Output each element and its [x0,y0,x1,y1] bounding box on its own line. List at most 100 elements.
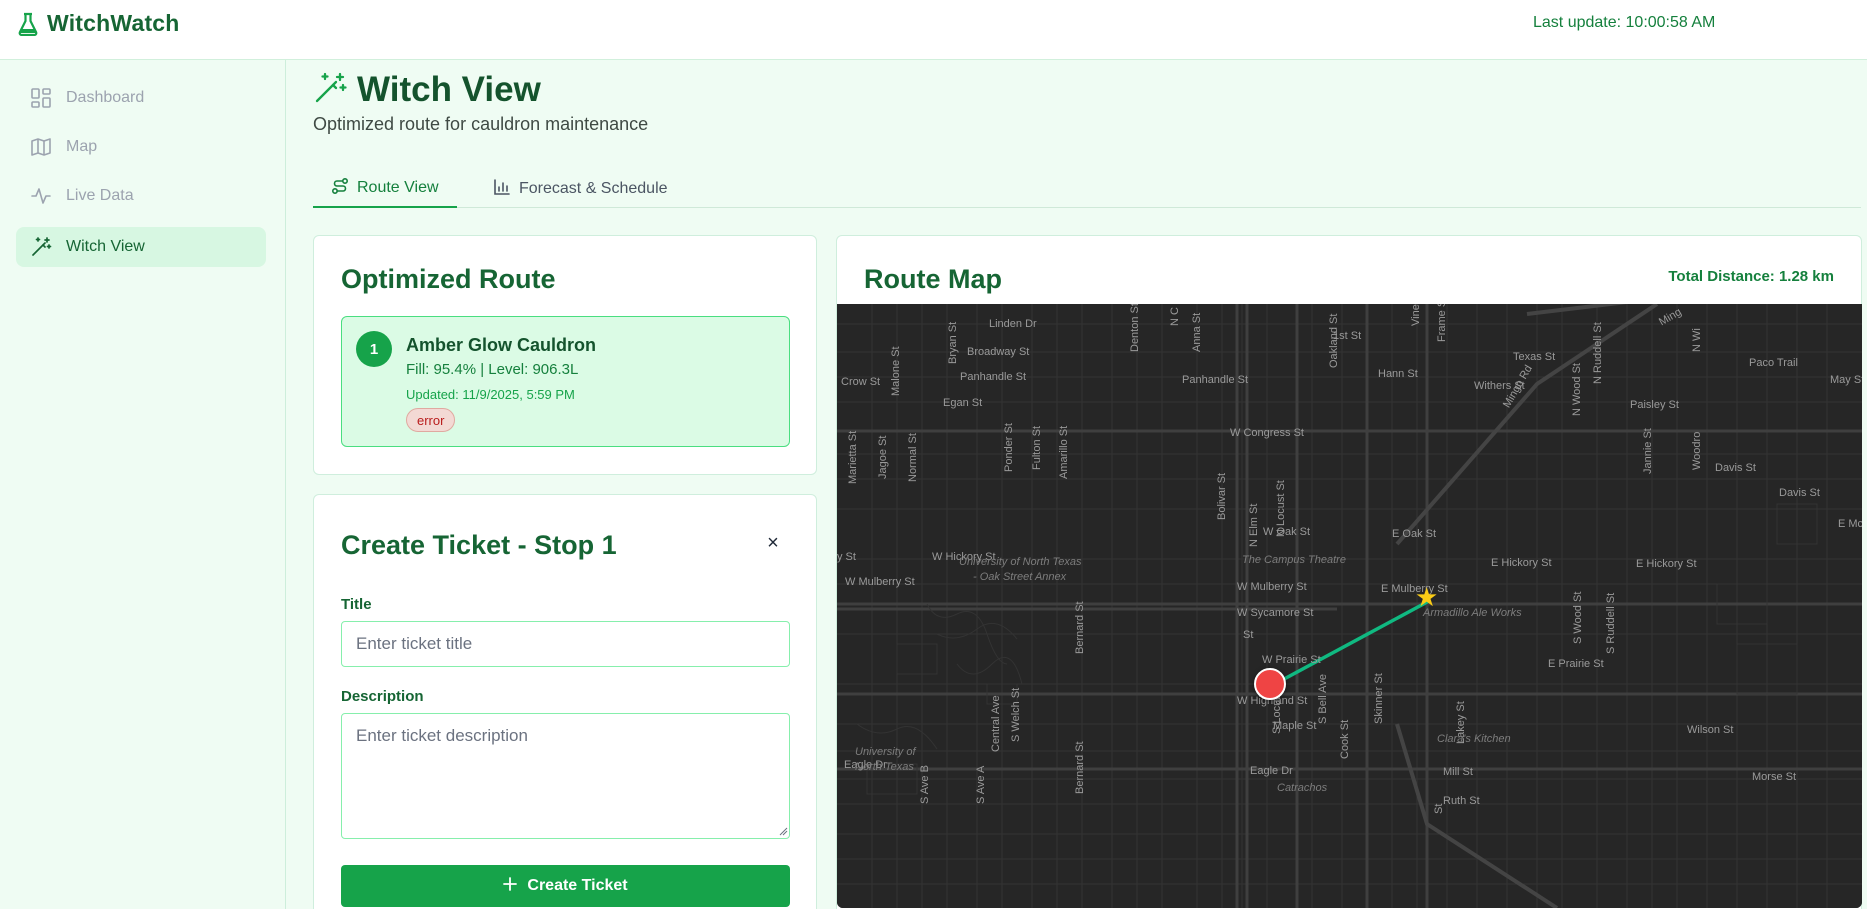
tab-label: Forecast & Schedule [519,180,668,197]
street-label: W Sycamore St [1237,607,1314,619]
sidebar-item-witch-view[interactable]: Witch View [16,227,266,267]
street-label: N C [1169,307,1181,326]
street-label: Skinner St [1373,673,1385,724]
street-label: Ponder St [1003,423,1015,472]
street-label: S Bell Ave [1317,674,1329,724]
street-label: E Oak St [1392,528,1437,540]
sidebar: Dashboard Map Live Data Witch View [0,60,286,909]
street-label: Broadway St [967,346,1030,358]
street-label: Panhandle St [1182,374,1249,386]
street-label: Malone St [890,346,902,396]
stop-name: Amber Glow Cauldron [406,335,597,355]
street-label: W Congress St [1230,427,1304,439]
wand-sparkles-icon [313,71,347,110]
street-label: S Ruddell St [1605,592,1617,654]
button-label: Create Ticket [527,877,628,894]
street-label: W Mulberry St [845,576,915,588]
street-label: Panhandle St [960,371,1027,383]
poi-label: North Texas [855,761,914,773]
street-label: y St [837,551,856,563]
street-label: Bolivar St [1216,472,1228,520]
sidebar-item-label: Live Data [66,187,134,204]
poi-label: The Campus Theatre [1242,554,1346,566]
street-label: Crow St [841,376,881,388]
page-subtitle: Optimized route for cauldron maintenance [313,114,649,134]
resize-grip-icon[interactable] [778,823,788,836]
street-label: Anna St [1191,312,1203,352]
plus-icon [503,876,518,896]
route-icon [331,177,349,200]
sidebar-item-live-data[interactable]: Live Data [16,176,266,216]
street-label: N Wood St [1571,363,1583,416]
tab-label: Route View [357,179,439,196]
street-label: Bernard St [1074,601,1086,654]
activity-icon [30,185,52,207]
route-stop-item[interactable]: 1 Amber Glow Cauldron Fill: 95.4% | Leve… [341,316,790,447]
route-map[interactable]: Linden Dr Broadway St 1st St Texas St Pa… [837,304,1862,908]
app-name: WitchWatch [47,10,180,36]
street-label: W Prairie St [1262,654,1321,666]
street-label: Jagoe St [877,435,889,479]
close-icon[interactable]: × [759,529,787,557]
card-title: Route Map [864,264,1002,294]
page-header: Witch View [313,70,541,110]
street-label: Paco Trail [1749,357,1798,369]
street-label: Hann St [1378,368,1418,380]
brand[interactable]: WitchWatch [17,10,180,37]
dashboard-icon [30,87,52,109]
sidebar-item-dashboard[interactable]: Dashboard [16,78,266,118]
street-label: S Ave B [919,765,931,804]
view-tabs: Route View Forecast & Schedule [313,170,1861,208]
street-label: Denton St [1129,304,1141,352]
map-tiles [837,304,1862,908]
street-label: May St [1830,374,1862,386]
poi-label: - Oak Street Annex [973,571,1067,583]
star-marker-icon[interactable]: ★ [1415,584,1438,610]
stop-fill-level: Fill: 95.4% | Level: 906.3L [406,361,579,378]
street-label: Bernard St [1074,741,1086,794]
page-title: Witch View [357,70,541,109]
street-label: S Wood St [1572,591,1584,644]
street-label: St [1433,803,1445,814]
sidebar-item-map[interactable]: Map [16,127,266,167]
card-title: Create Ticket - Stop 1 [341,530,617,560]
street-label: E Hickory St [1636,558,1697,570]
stop-updated-time: Updated: 11/9/2025, 5:59 PM [406,387,575,402]
street-label: Marietta St [847,430,859,484]
create-ticket-button[interactable]: Create Ticket [341,865,790,907]
street-label: Davis St [1715,462,1756,474]
street-label: Eagle Dr [1250,765,1293,777]
poi-label: Catrachos [1277,782,1328,794]
optimized-route-card: Optimized Route 1 Amber Glow Cauldron Fi… [313,235,817,475]
last-update-text: Last update: 10:00:58 AM [1533,14,1716,31]
street-label: E Mc [1838,518,1862,530]
street-label: Normal St [907,433,919,482]
street-label: N Wi [1691,328,1703,352]
street-label: N Locust St [1275,480,1287,537]
street-label: Bryan St [947,321,959,364]
tab-route-view[interactable]: Route View [313,170,457,208]
street-label: Vine St [1410,304,1422,326]
start-location-marker[interactable] [1254,668,1286,700]
street-label: Cook St [1339,719,1351,759]
total-distance: Total Distance: 1.28 km [1668,268,1834,285]
sidebar-item-label: Dashboard [66,89,145,106]
title-label: Title [341,596,372,613]
street-label: W Mulberry St [1237,581,1307,593]
ticket-title-input[interactable] [341,621,790,667]
street-label: St [1243,629,1254,641]
street-label: Davis St [1779,487,1820,499]
tab-forecast-schedule[interactable]: Forecast & Schedule [475,170,686,208]
street-label: Texas St [1513,351,1556,363]
stop-number: 1 [356,331,392,367]
wand-icon [30,236,52,258]
street-label: Fulton St [1031,425,1043,470]
bar-chart-icon [493,178,511,201]
ticket-description-input[interactable] [341,713,790,839]
street-label: S Ave A [975,765,987,804]
street-label: Jannie St [1642,428,1654,474]
street-label: N Ruddell St [1592,322,1604,384]
street-label: Frame St [1436,304,1448,342]
street-label: Ruth St [1443,795,1480,807]
street-label: Amarillo St [1058,425,1070,479]
